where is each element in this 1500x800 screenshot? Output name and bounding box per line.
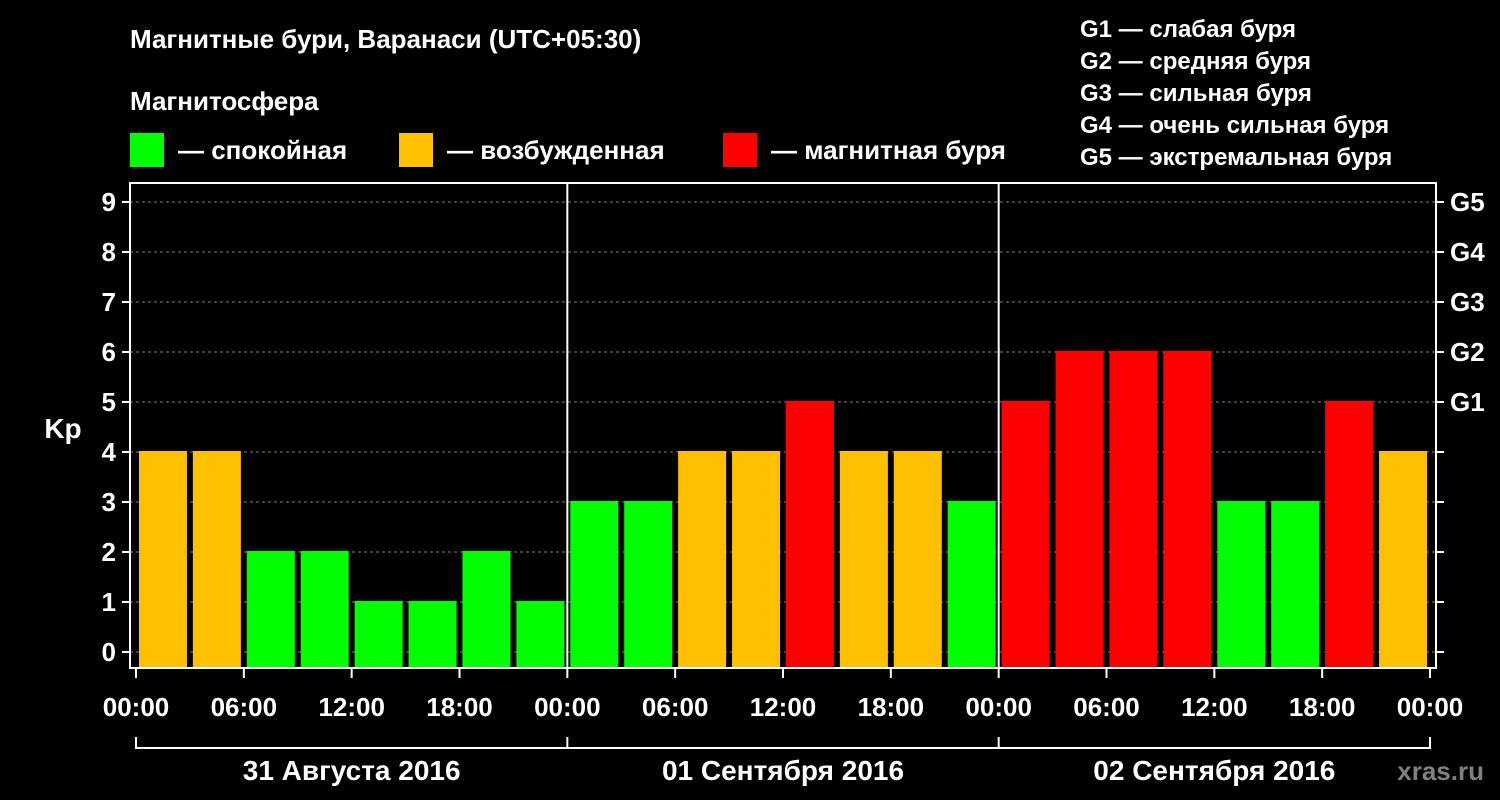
kp-bar <box>624 501 673 668</box>
kp-bar <box>138 451 187 668</box>
kp-bar <box>1325 401 1374 668</box>
x-tick-label: 18:00 <box>426 692 493 722</box>
kp-bar <box>1271 501 1320 668</box>
g-scale-label: G3 <box>1450 287 1485 317</box>
y-tick-label: 3 <box>102 487 116 517</box>
kp-bar <box>947 501 996 668</box>
day-label: 02 Сентября 2016 <box>1093 755 1335 786</box>
g-scale-label: G2 <box>1450 337 1485 367</box>
g-scale-label: G1 <box>1450 387 1485 417</box>
x-tick-label: 00:00 <box>103 692 170 722</box>
kp-bar <box>354 601 403 668</box>
kp-bar <box>893 451 942 668</box>
y-tick-label: 8 <box>102 237 116 267</box>
kp-bar <box>570 501 619 668</box>
kp-bar <box>1109 351 1158 668</box>
y-tick-label: 7 <box>102 287 116 317</box>
kp-bar <box>462 551 511 668</box>
day-label: 01 Сентября 2016 <box>662 755 904 786</box>
g-scale-label: G4 <box>1450 237 1485 267</box>
x-tick-label: 00:00 <box>534 692 601 722</box>
x-tick-label: 18:00 <box>858 692 925 722</box>
kp-bar-chart: 0 1 2 3 4 5 6 7 8 9 G1 G2 G3 G4 G5 Kp 00:00 06:00 12:00 18:… <box>44 182 1485 786</box>
x-tick-label: 12:00 <box>1181 692 1248 722</box>
kp-bar <box>1217 501 1266 668</box>
y-tick-label: 0 <box>102 637 116 667</box>
day-label: 31 Августа 2016 <box>243 755 461 786</box>
y-tick-label: 6 <box>102 337 116 367</box>
kp-bar <box>678 451 727 668</box>
site-watermark: xras.ru <box>1397 756 1484 786</box>
kp-bar <box>839 451 888 668</box>
kp-bar <box>1055 351 1104 668</box>
kp-bar <box>300 551 349 668</box>
x-tick-label: 00:00 <box>1397 692 1464 722</box>
kp-bar <box>246 551 295 668</box>
x-tick-label: 12:00 <box>750 692 817 722</box>
kp-bar <box>1001 401 1050 668</box>
kp-bar <box>1379 451 1428 668</box>
y-tick-label: 5 <box>102 387 116 417</box>
x-tick-label: 06:00 <box>642 692 709 722</box>
kp-bar <box>192 451 241 668</box>
y-tick-label: 2 <box>102 537 116 567</box>
g-scale-label: G5 <box>1450 187 1485 217</box>
kp-bar <box>1163 351 1212 668</box>
x-tick-label: 18:00 <box>1289 692 1356 722</box>
kp-bar <box>732 451 781 668</box>
y-tick-label: 1 <box>102 587 116 617</box>
x-tick-label: 00:00 <box>965 692 1032 722</box>
kp-bar <box>408 601 457 668</box>
x-tick-label: 06:00 <box>211 692 278 722</box>
x-tick-label: 06:00 <box>1073 692 1140 722</box>
kp-bar <box>516 601 565 668</box>
kp-bar <box>785 401 834 668</box>
y-tick-label: 9 <box>102 187 116 217</box>
y-axis-label: Kp <box>44 413 81 444</box>
y-tick-label: 4 <box>102 437 117 467</box>
x-tick-label: 12:00 <box>318 692 385 722</box>
